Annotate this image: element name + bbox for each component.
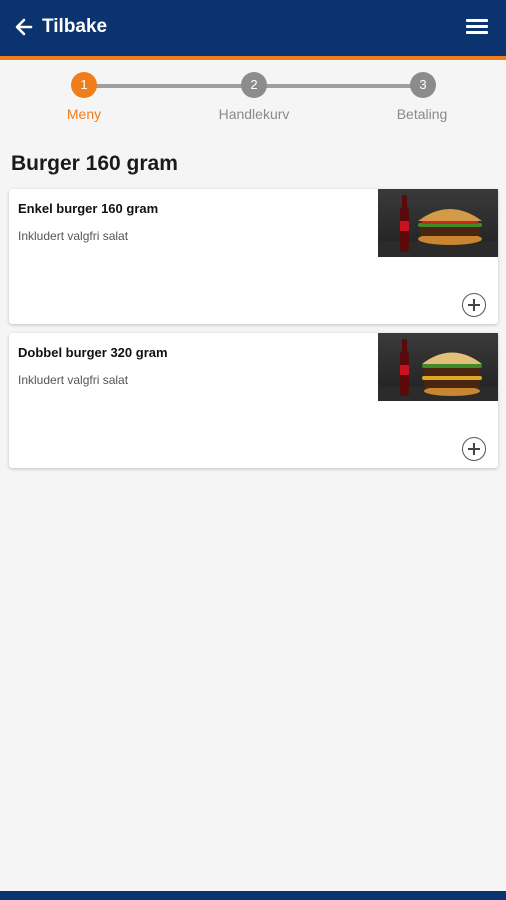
add-to-cart-button[interactable] bbox=[462, 293, 486, 317]
step-2-indicator: 2 bbox=[241, 72, 267, 98]
product-card[interactable]: Dobbel burger 320 gram Inkludert valgfri… bbox=[9, 333, 498, 468]
product-name: Dobbel burger 320 gram bbox=[18, 345, 168, 360]
app-bar: Tilbake bbox=[0, 0, 506, 60]
step-connector bbox=[84, 84, 254, 88]
step-3-indicator: 3 bbox=[410, 72, 436, 98]
step-connector bbox=[254, 84, 423, 88]
add-to-cart-button[interactable] bbox=[462, 437, 486, 461]
step-1-label: Meny bbox=[66, 106, 102, 122]
hamburger-menu-icon[interactable] bbox=[466, 16, 488, 38]
checkout-stepper: 1 2 3 Meny Handlekurv Betaling bbox=[0, 60, 506, 132]
back-button[interactable]: Tilbake bbox=[14, 12, 107, 42]
arrow-left-icon bbox=[15, 18, 33, 36]
product-description: Inkludert valgfri salat bbox=[18, 373, 129, 387]
step-1-indicator: 1 bbox=[71, 72, 97, 98]
product-description: Inkludert valgfri salat bbox=[18, 229, 129, 243]
double-burger-with-cola-photo bbox=[378, 333, 498, 401]
step-3-label: Betaling bbox=[396, 106, 448, 122]
section-title: Burger 160 gram bbox=[11, 152, 178, 175]
bottom-bar bbox=[0, 891, 506, 900]
burger-with-cola-photo bbox=[378, 189, 498, 257]
product-name: Enkel burger 160 gram bbox=[18, 201, 159, 216]
step-2-label: Handlekurv bbox=[218, 106, 290, 122]
back-label: Tilbake bbox=[42, 16, 108, 37]
product-card[interactable]: Enkel burger 160 gram Inkludert valgfri … bbox=[9, 189, 498, 324]
